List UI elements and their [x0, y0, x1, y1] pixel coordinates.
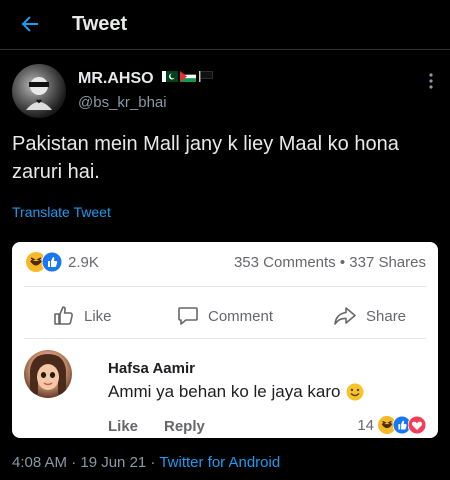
- like-label: Like: [84, 307, 112, 325]
- share-arrow-icon: [334, 307, 356, 325]
- reaction-summary: 2.9K: [26, 252, 99, 272]
- comment-bubble-icon: [178, 307, 198, 325]
- more-options-icon[interactable]: [428, 72, 434, 90]
- commenter-avatar[interactable]: [24, 350, 72, 398]
- attached-image-card[interactable]: 2.9K 353 Comments • 337 Shares Like Comm…: [12, 242, 438, 438]
- svg-text:❤: ❤: [36, 98, 42, 106]
- divider: [24, 338, 426, 339]
- post-actions: Like Comment Share: [12, 294, 438, 338]
- comment-text: Ammi ya behan ko le jaya karo: [108, 382, 341, 401]
- comment-like-button[interactable]: Like: [108, 418, 138, 435]
- avatar-figure-icon: ❤: [26, 77, 52, 110]
- share-label: Share: [366, 307, 407, 325]
- author-handle[interactable]: @bs_kr_bhai: [78, 94, 167, 111]
- comment-text-row: Ammi ya behan ko le jaya karo: [108, 382, 364, 402]
- like-reaction-icon: [42, 252, 62, 272]
- share-button[interactable]: Share: [332, 304, 406, 328]
- thumbs-up-icon: [54, 306, 73, 325]
- arrow-left-icon[interactable]: [18, 12, 42, 36]
- tweet-meta: 4:08 AM · 19 Jun 21 · Twitter for Androi…: [12, 454, 280, 471]
- black-flag-icon: [199, 71, 213, 82]
- translate-tweet-link[interactable]: Translate Tweet: [12, 204, 111, 220]
- tweet-text: Pakistan mein Mall jany k liey Maal ko h…: [12, 133, 399, 183]
- comment-reactions: 14: [357, 416, 426, 434]
- tweet-author: ❤ MR.AHSO @bs_kr_bhai: [12, 64, 438, 120]
- pakistan-flag-icon: [162, 71, 178, 82]
- comment-button[interactable]: Comment: [176, 304, 273, 328]
- author-flags: [162, 71, 214, 82]
- comments-shares-count: 353 Comments • 337 Shares: [233, 254, 426, 271]
- page-title: Tweet: [72, 13, 128, 35]
- top-bar: Tweet: [0, 0, 450, 50]
- author-name[interactable]: MR.AHSO: [78, 70, 154, 88]
- tweet-source-link[interactable]: Twitter for Android: [159, 454, 280, 471]
- tweet-timestamp: 4:08 AM · 19 Jun 21 ·: [12, 454, 160, 471]
- comment-label: Comment: [208, 307, 274, 325]
- commenter-face-icon: [30, 354, 66, 394]
- love-reaction-icon: [408, 416, 426, 434]
- divider: [24, 286, 426, 287]
- palestine-flag-icon: [180, 71, 196, 82]
- like-button[interactable]: Like: [52, 304, 112, 328]
- avatar[interactable]: ❤: [12, 64, 66, 118]
- comment-reaction-count: 14: [357, 416, 374, 434]
- commenter-name[interactable]: Hafsa Aamir: [108, 360, 195, 377]
- comment-reply-button[interactable]: Reply: [164, 418, 205, 435]
- smile-emoji-icon: [346, 383, 364, 401]
- comment-item: Hafsa Aamir Ammi ya behan ko le jaya kar…: [24, 350, 426, 435]
- reaction-count: 2.9K: [68, 253, 99, 271]
